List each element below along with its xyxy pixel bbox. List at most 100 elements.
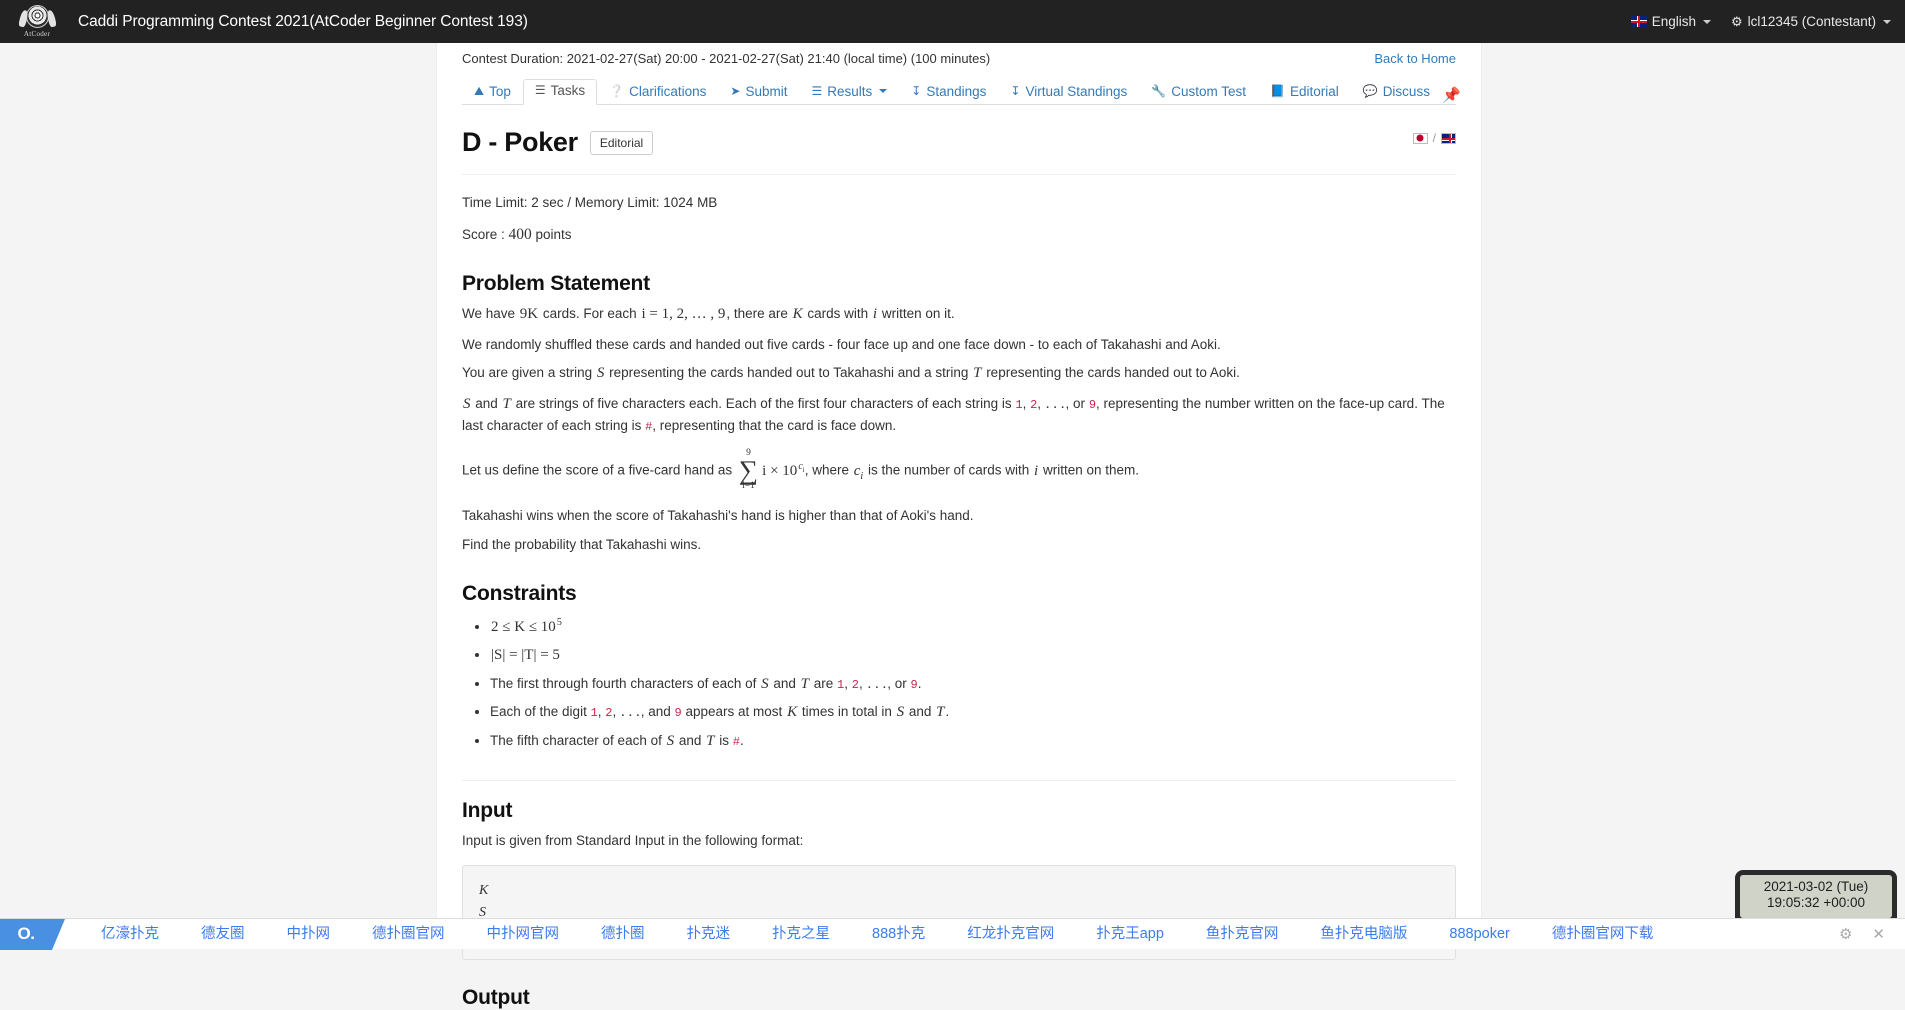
text-fragment: , there are: [726, 306, 791, 321]
text-fragment: .: [740, 733, 744, 748]
tab-editorial[interactable]: 📘 Editorial: [1258, 80, 1351, 106]
tab-label: Custom Test: [1171, 85, 1246, 99]
sort-amount-icon: ↧: [911, 85, 921, 97]
code-1: 1: [1015, 398, 1022, 412]
clock-time: 19:05:32 +00:00: [1767, 895, 1865, 911]
bookmark-item[interactable]: 扑克之星: [751, 919, 851, 950]
gear-icon: ⚙: [1731, 14, 1743, 30]
tab-label: Top: [489, 85, 511, 99]
tab-label: Discuss: [1383, 85, 1430, 99]
text-fragment: is: [715, 733, 732, 748]
problem-language-toggle[interactable]: /: [1413, 131, 1456, 145]
bookmark-item[interactable]: 德扑圈官网: [351, 919, 466, 950]
text-fragment: and: [472, 396, 502, 411]
statement-paragraph-7: Find the probability that Takahashi wins…: [462, 535, 1456, 555]
statement-paragraph-2: We randomly shuffled these cards and han…: [462, 335, 1456, 355]
text-fragment: times in total in: [798, 704, 896, 719]
tab-label: Submit: [745, 85, 787, 99]
text-fragment: , and: [641, 704, 675, 719]
text-fragment: We have: [462, 306, 519, 321]
text-fragment: written on them.: [1039, 463, 1139, 478]
tab-custom-test[interactable]: 🔧 Custom Test: [1139, 80, 1258, 106]
text-fragment: written on it.: [878, 306, 955, 321]
code-2: 2: [605, 706, 612, 720]
math-K: K: [786, 704, 798, 720]
tab-results[interactable]: ☰ Results: [799, 80, 899, 106]
japan-flag-icon[interactable]: [1413, 133, 1428, 144]
bookmark-item[interactable]: 鱼扑克官网: [1185, 919, 1300, 950]
score-suffix: points: [532, 227, 572, 242]
bookmark-item[interactable]: 888poker: [1428, 919, 1530, 950]
section-divider: [462, 780, 1456, 781]
math-lengths: |S| = |T| = 5: [490, 647, 561, 663]
bookmark-item[interactable]: 亿濠扑克: [80, 919, 180, 950]
clock-widget[interactable]: 2021-03-02 (Tue) 19:05:32 +00:00: [1735, 870, 1897, 918]
tab-discuss[interactable]: 💬 Discuss: [1351, 80, 1442, 106]
input-intro: Input is given from Standard Input in th…: [462, 831, 1456, 851]
bookmark-item[interactable]: 德友圈: [180, 919, 266, 950]
bookmark-item[interactable]: 中扑网官网: [466, 919, 581, 950]
user-menu[interactable]: ⚙ lcl12345 (Contestant): [1731, 14, 1891, 30]
chevron-down-icon: [879, 89, 887, 93]
uk-flag-icon[interactable]: [1441, 133, 1456, 144]
comment-icon: 💬: [1363, 85, 1378, 97]
problem-title-row: D - Poker Editorial /: [462, 127, 1456, 175]
math-S: S: [760, 676, 770, 692]
tab-virtual-standings[interactable]: ↧ Virtual Standings: [998, 80, 1139, 106]
contest-duration: Contest Duration: 2021-02-27(Sat) 20:00 …: [462, 51, 990, 66]
contest-title: Caddi Programming Contest 2021(AtCoder B…: [78, 13, 528, 31]
score-line: Score : 400 points: [462, 226, 1456, 244]
paper-plane-icon: ➤: [730, 85, 740, 97]
math-T: T: [972, 365, 982, 381]
math-S: S: [462, 396, 472, 412]
tab-standings[interactable]: ↧ Standings: [899, 80, 998, 106]
atcoder-crest-shape: [26, 5, 49, 28]
tab-clarifications[interactable]: ❔ Clarifications: [597, 80, 718, 106]
bookmark-item[interactable]: 中扑网: [266, 919, 352, 950]
browser-logo-icon[interactable]: O.: [0, 919, 52, 950]
tab-label: Tasks: [551, 84, 586, 98]
text-fragment: cards with: [804, 306, 872, 321]
text-fragment: , representing that the card is face dow…: [652, 418, 896, 433]
math-ellipsis: . . .: [1045, 396, 1066, 412]
constraints-list: 2 ≤ K ≤ 105 |S| = |T| = 5 The first thro…: [462, 614, 1456, 754]
home-icon: ⛰: [474, 85, 484, 97]
constraints-heading: Constraints: [462, 582, 1456, 606]
math-K-range: 2 ≤ K ≤ 10: [490, 619, 557, 635]
tab-tasks[interactable]: ☰ Tasks: [523, 79, 597, 106]
bookmark-item[interactable]: 扑克迷: [666, 919, 752, 950]
chevron-down-icon: [1883, 20, 1891, 24]
math-ellipsis: . . .: [620, 704, 641, 720]
constraint-item: 2 ≤ K ≤ 105: [490, 614, 1456, 640]
contest-info-row: Contest Duration: 2021-02-27(Sat) 20:00 …: [462, 43, 1456, 69]
chevron-down-icon: [1703, 20, 1711, 24]
statement-paragraph-3: You are given a string S representing th…: [462, 363, 1456, 385]
tab-label: Clarifications: [629, 85, 706, 99]
editorial-button[interactable]: Editorial: [590, 131, 653, 155]
atcoder-logo-icon: AtCoder: [14, 2, 60, 42]
input-heading: Input: [462, 799, 1456, 823]
bookmark-item[interactable]: 德扑圈官网下载: [1531, 919, 1675, 950]
close-icon[interactable]: ✕: [1872, 925, 1885, 943]
time-memory-limits: Time Limit: 2 sec / Memory Limit: 1024 M…: [462, 195, 1456, 210]
navbar-right-group: English ⚙ lcl12345 (Contestant): [1631, 14, 1905, 30]
tab-top[interactable]: ⛰ Top: [462, 80, 523, 106]
text-fragment: Each of the digit: [490, 704, 591, 719]
constraint-item: The fifth character of each of S and T i…: [490, 729, 1456, 755]
atcoder-brand[interactable]: AtCoder Caddi Programming Contest 2021(A…: [0, 0, 528, 43]
text-fragment: representing the cards handed out to Tak…: [605, 365, 972, 380]
bookmark-item[interactable]: 德扑圈: [580, 919, 666, 950]
constraint-item: |S| = |T| = 5: [490, 643, 1456, 669]
tab-submit[interactable]: ➤ Submit: [718, 80, 799, 106]
back-to-home-link[interactable]: Back to Home: [1374, 51, 1456, 66]
bookmark-item[interactable]: 扑克王app: [1075, 919, 1185, 950]
bookmark-item[interactable]: 鱼扑克电脑版: [1299, 919, 1428, 950]
text-fragment: appears at most: [682, 704, 786, 719]
list-icon: ☰: [535, 84, 546, 96]
language-selector[interactable]: English: [1631, 14, 1711, 29]
bookmark-item[interactable]: 红龙扑克官网: [946, 919, 1075, 950]
bookmark-item[interactable]: 888扑克: [851, 919, 946, 950]
pushpin-icon[interactable]: 📌: [1442, 86, 1467, 104]
gear-icon[interactable]: ⚙: [1839, 925, 1852, 943]
math-i-times-10: i × 10: [761, 463, 798, 479]
